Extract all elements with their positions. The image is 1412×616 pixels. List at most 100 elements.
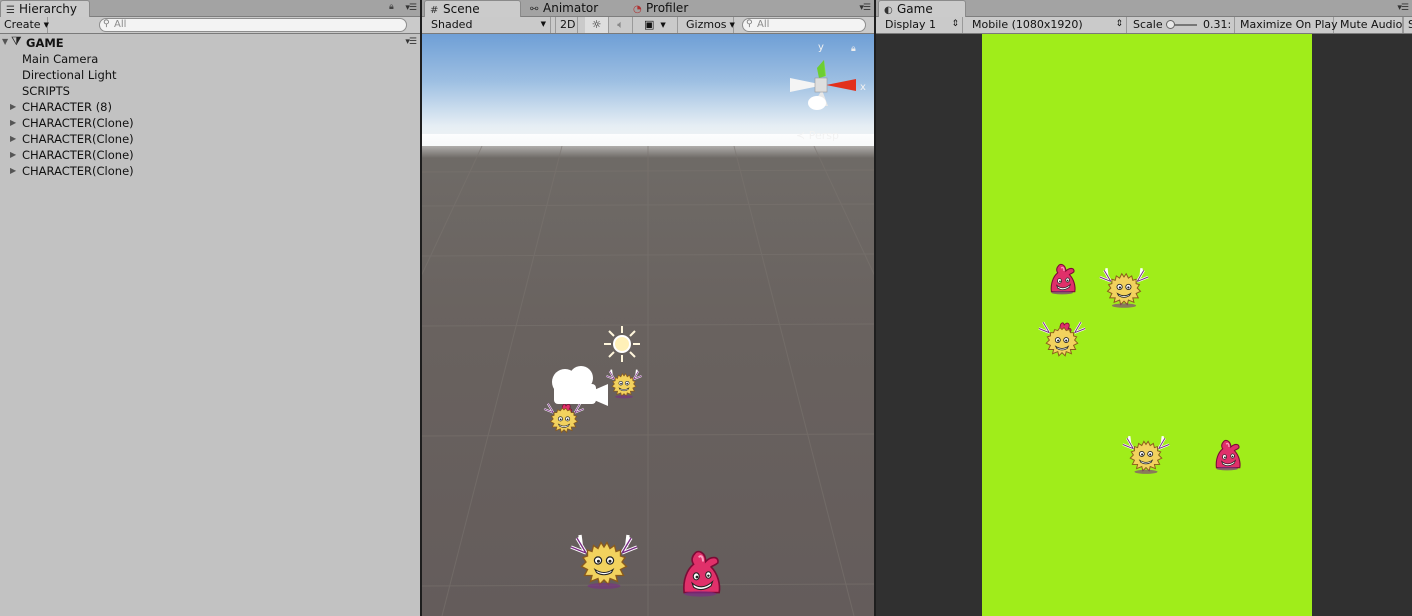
resolution-label: Mobile (1080x1920) — [972, 18, 1083, 31]
fold-closed-icon[interactable]: ▶ — [10, 131, 16, 147]
stats-toggle[interactable]: S — [1403, 17, 1412, 33]
scene-viewport[interactable]: y x 🔒︎ ≺ Persp — [422, 34, 874, 616]
search-icon: ⚲ — [746, 19, 753, 29]
display-updown-icon: ⇕ — [951, 19, 959, 29]
hierarchy-toolbar: Create ▼ ⚲ All — [0, 17, 420, 34]
scene-menu-icon[interactable]: ▾☰ — [405, 37, 417, 47]
resolution-dropdown[interactable]: Mobile (1080x1920) ⇕ — [968, 17, 1127, 33]
hierarchy-item-character-clone[interactable]: ▶ CHARACTER(Clone) — [0, 115, 420, 131]
gizmo-x-label: x — [860, 82, 866, 93]
tab-profiler[interactable]: ◔ Profiler — [628, 0, 728, 17]
game-character-fluffy[interactable] — [1032, 318, 1092, 360]
scene-character-bunny[interactable] — [676, 548, 730, 602]
projection-label: Persp — [808, 129, 839, 142]
create-caret-icon: ▼ — [43, 21, 49, 29]
game-tabbar: ◐ Game ▾☰ — [876, 0, 1412, 17]
hierarchy-item-character-clone[interactable]: ▶ CHARACTER(Clone) — [0, 131, 420, 147]
fold-closed-icon[interactable]: ▶ — [10, 99, 16, 115]
tab-game[interactable]: ◐ Game — [878, 0, 966, 17]
game-character-bunny[interactable] — [1044, 262, 1084, 298]
maximize-on-play-toggle[interactable]: Maximize On Play — [1236, 17, 1338, 33]
mute-audio-toggle[interactable]: Mute Audio — [1336, 17, 1403, 33]
game-canvas[interactable] — [982, 34, 1312, 616]
tab-scene[interactable]: # Scene — [424, 0, 521, 17]
scale-slider-thumb[interactable] — [1166, 20, 1175, 29]
shading-mode-label: Shaded — [431, 18, 473, 31]
hierarchy-item-label: CHARACTER(Clone) — [22, 132, 134, 146]
gizmos-label: Gizmos — [686, 18, 727, 31]
search-icon: ⚲ — [103, 19, 110, 29]
mute-label: Mute Audio — [1340, 18, 1403, 31]
hierarchy-item-label: CHARACTER(Clone) — [22, 116, 134, 130]
stats-label: S — [1408, 18, 1412, 31]
hierarchy-item-scripts[interactable]: SCRIPTS — [0, 83, 420, 99]
fold-open-icon[interactable]: ▼ — [2, 37, 8, 46]
game-character-fluffy[interactable] — [1118, 434, 1174, 476]
game-character-bunny[interactable] — [1210, 438, 1248, 474]
mode-2d-label: 2D — [560, 18, 576, 31]
hierarchy-item-label: CHARACTER (8) — [22, 100, 112, 114]
tab-animator-label: Animator — [543, 1, 599, 15]
hierarchy-item-label: Main Camera — [22, 52, 99, 66]
hierarchy-item-label: SCRIPTS — [22, 84, 70, 98]
game-toolbar: Display 1 ⇕ Mobile (1080x1920) ⇕ Scale 0… — [876, 17, 1412, 34]
animator-icon: ⚯ — [530, 4, 539, 15]
scene-orientation-gizmo[interactable]: y x — [784, 40, 874, 130]
speaker-icon: 🔈︎ — [617, 18, 624, 31]
resolution-updown-icon: ⇕ — [1115, 19, 1123, 29]
hierarchy-item-main-camera[interactable]: Main Camera — [0, 51, 420, 67]
hierarchy-search-input[interactable]: ⚲ All — [99, 18, 407, 32]
scene-root-row[interactable]: ▼ ⧩ GAME ▾☰ — [0, 34, 420, 50]
game-panel: ◐ Game ▾☰ Display 1 ⇕ Mobile (1080x1920)… — [876, 0, 1412, 616]
hierarchy-item-character-clone[interactable]: ▶ CHARACTER(Clone) — [0, 147, 420, 163]
hierarchy-tabbar: ☰ Hierarchy 🔒︎ ▾☰ — [0, 0, 420, 17]
game-view[interactable] — [876, 34, 1412, 616]
gizmos-dropdown[interactable]: Gizmos ▼ — [682, 17, 735, 33]
sun-icon: ☼ — [591, 18, 602, 31]
scene-lighting-toggle[interactable]: ☼ — [585, 17, 609, 33]
display-dropdown[interactable]: Display 1 ⇕ — [881, 17, 963, 33]
persp-icon: ≺ — [796, 129, 809, 142]
scene-panel: # Scene ⚯ Animator ◔ Profiler ▾☰ Shaded … — [422, 0, 874, 616]
scale-control[interactable]: Scale 0.31: — [1129, 17, 1235, 33]
projection-toggle[interactable]: ≺ Persp — [796, 129, 839, 142]
fold-closed-icon[interactable]: ▶ — [10, 115, 16, 131]
scale-value: 0.31: — [1203, 18, 1232, 31]
scene-grid — [422, 146, 874, 616]
panel-menu-icon[interactable]: ▾☰ — [1397, 3, 1409, 13]
lock-icon[interactable]: 🔒︎ — [389, 2, 394, 12]
unity-scene-icon: ⧩ — [11, 34, 22, 48]
scene-tabbar: # Scene ⚯ Animator ◔ Profiler ▾☰ — [422, 0, 874, 17]
mode-2d-toggle[interactable]: 2D — [555, 17, 578, 33]
panel-menu-icon[interactable]: ▾☰ — [859, 3, 871, 13]
game-character-fluffy[interactable] — [1096, 266, 1152, 310]
scene-name: GAME — [26, 36, 64, 50]
tab-animator[interactable]: ⚯ Animator — [525, 0, 625, 17]
scene-audio-toggle[interactable]: 🔈︎ — [609, 17, 633, 33]
profiler-icon: ◔ — [633, 4, 642, 15]
tab-hierarchy[interactable]: ☰ Hierarchy — [0, 0, 90, 17]
panel-menu-icon[interactable]: ▾☰ — [405, 3, 417, 13]
fold-closed-icon[interactable]: ▶ — [10, 147, 16, 163]
gizmo-y-label: y — [818, 42, 824, 53]
scene-effects-dropdown[interactable]: ▣ ▼ — [640, 17, 678, 33]
tab-hierarchy-label: Hierarchy — [19, 2, 78, 16]
scale-label: Scale — [1133, 18, 1163, 31]
camera-gizmo-icon[interactable] — [548, 364, 612, 410]
directional-light-icon[interactable] — [602, 324, 642, 364]
hierarchy-item-directional-light[interactable]: Directional Light — [0, 67, 420, 83]
tab-game-label: Game — [897, 2, 933, 16]
fold-closed-icon[interactable]: ▶ — [10, 163, 16, 179]
shading-mode-dropdown[interactable]: Shaded ▼ — [427, 17, 551, 33]
scene-search-input[interactable]: ⚲ All — [742, 18, 866, 32]
gizmo-lock-icon[interactable]: 🔒︎ — [851, 44, 856, 54]
create-dropdown[interactable]: Create ▼ — [0, 17, 49, 33]
shading-caret-icon: ▼ — [540, 20, 546, 28]
hierarchy-panel: ☰ Hierarchy 🔒︎ ▾☰ Create ▼ ⚲ All ▼ ⧩ GAME… — [0, 0, 420, 616]
scene-character-fluffy[interactable] — [568, 532, 640, 592]
hierarchy-item-label: Directional Light — [22, 68, 117, 82]
hierarchy-item-character-clone[interactable]: ▶ CHARACTER(Clone) — [0, 163, 420, 179]
display-label: Display 1 — [885, 18, 937, 31]
hierarchy-item-character-8[interactable]: ▶ CHARACTER (8) — [0, 99, 420, 115]
tab-profiler-label: Profiler — [646, 1, 689, 15]
